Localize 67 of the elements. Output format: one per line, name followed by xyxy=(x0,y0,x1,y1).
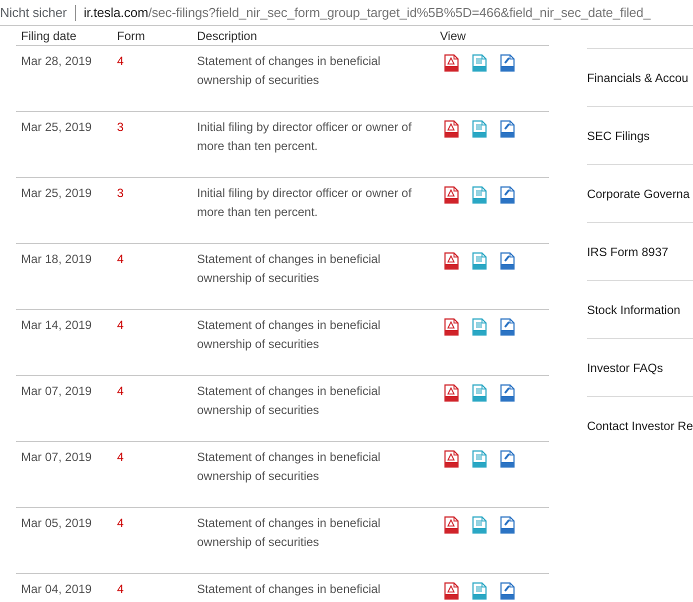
pdf-file-icon[interactable] xyxy=(444,120,459,138)
filing-date: Mar 28, 2019 xyxy=(20,53,93,70)
description: Statement of changes in beneficial ownership of securities xyxy=(197,515,382,551)
filing-date: Mar 18, 2019 xyxy=(20,251,93,268)
html-file-icon[interactable] xyxy=(500,318,515,336)
description: Initial filing by director officer or owner of more than ten percent. xyxy=(197,185,413,221)
form-link[interactable]: 4 xyxy=(117,316,197,375)
form-link[interactable]: 4 xyxy=(117,448,197,507)
sidebar-link[interactable]: Stock Information xyxy=(586,302,680,316)
rtf-file-icon[interactable] xyxy=(472,318,487,336)
pdf-file-icon[interactable] xyxy=(444,318,459,336)
rtf-file-icon[interactable] xyxy=(472,450,487,468)
filing-date: Mar 25, 2019 xyxy=(20,119,93,136)
rtf-file-icon[interactable] xyxy=(472,252,487,270)
html-file-icon[interactable] xyxy=(500,54,515,72)
sidebar-link[interactable]: Corporate Governa xyxy=(586,186,690,200)
description: Statement of changes in beneficial ownership of securities xyxy=(197,449,382,485)
rtf-file-icon[interactable] xyxy=(472,120,487,138)
description: Statement of changes in beneficial ownership of securities xyxy=(197,53,382,89)
column-header: Description xyxy=(197,28,258,42)
column-header: Form xyxy=(117,28,146,42)
pdf-file-icon[interactable] xyxy=(444,450,459,468)
sidebar-link[interactable]: Financials & Accou xyxy=(586,70,688,84)
pdf-file-icon[interactable] xyxy=(444,516,459,534)
description: Statement of changes in beneficial xyxy=(197,581,382,598)
rtf-file-icon[interactable] xyxy=(472,516,487,534)
filing-date: Mar 07, 2019 xyxy=(20,449,93,466)
sidebar-link[interactable]: Investor FAQs xyxy=(586,360,663,374)
filing-date: Mar 25, 2019 xyxy=(20,185,93,202)
form-link[interactable]: 3 xyxy=(117,118,197,177)
rtf-file-icon[interactable] xyxy=(472,384,487,402)
pdf-file-icon[interactable] xyxy=(444,54,459,72)
sidebar-link[interactable]: Contact Investor Re xyxy=(586,418,693,432)
column-header: View xyxy=(440,28,467,42)
html-file-icon[interactable] xyxy=(500,516,515,534)
html-file-icon[interactable] xyxy=(500,450,515,468)
html-file-icon[interactable] xyxy=(500,384,515,402)
filing-date: Mar 04, 2019 xyxy=(20,581,93,598)
description: Statement of changes in beneficial ownership of securities xyxy=(197,383,382,419)
html-file-icon[interactable] xyxy=(500,582,515,600)
form-link[interactable]: 4 xyxy=(117,382,197,441)
column-header: Filing date xyxy=(20,28,78,42)
form-link[interactable]: 4 xyxy=(117,514,197,573)
sidebar-link[interactable]: SEC Filings xyxy=(586,128,650,142)
form-link[interactable]: 4 xyxy=(117,250,197,309)
html-file-icon[interactable] xyxy=(500,120,515,138)
filing-date: Mar 07, 2019 xyxy=(20,383,93,400)
description: Statement of changes in beneficial ownership of securities xyxy=(197,251,382,287)
form-link[interactable]: 4 xyxy=(117,580,197,602)
pdf-file-icon[interactable] xyxy=(444,582,459,600)
form-link[interactable]: 3 xyxy=(117,184,197,243)
description: Initial filing by director officer or owner of more than ten percent. xyxy=(197,119,413,155)
filing-date: Mar 05, 2019 xyxy=(20,515,93,532)
html-file-icon[interactable] xyxy=(500,186,515,204)
html-file-icon[interactable] xyxy=(500,252,515,270)
filing-date: Mar 14, 2019 xyxy=(20,317,93,334)
pdf-file-icon[interactable] xyxy=(444,384,459,402)
pdf-file-icon[interactable] xyxy=(444,186,459,204)
description: Statement of changes in beneficial ownership of securities xyxy=(197,317,382,353)
pdf-file-icon[interactable] xyxy=(444,252,459,270)
rtf-file-icon[interactable] xyxy=(472,186,487,204)
rtf-file-icon[interactable] xyxy=(472,582,487,600)
sidebar-link[interactable]: IRS Form 8937 xyxy=(586,244,668,258)
url-field[interactable]: ir.tesla.com/sec-filings?field_nir_sec_form_group_target_id%5B%5D=466&field_nir_sec_date_filed_ xyxy=(84,5,651,20)
security-label: Nicht sicher xyxy=(0,5,67,20)
rtf-file-icon[interactable] xyxy=(472,54,487,72)
form-link[interactable]: 4 xyxy=(117,52,197,111)
